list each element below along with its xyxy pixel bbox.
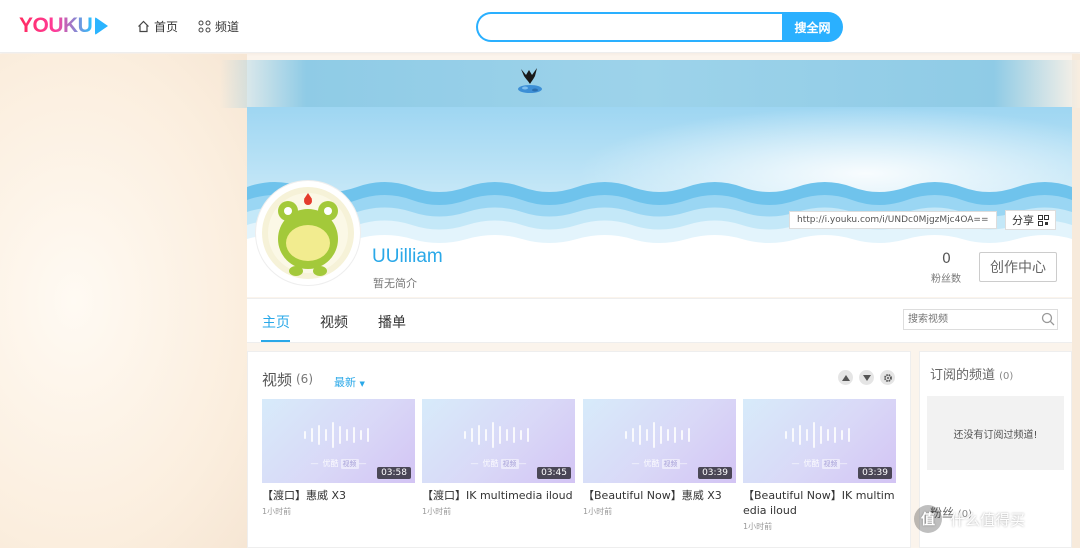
nav-home-label: 首页 xyxy=(154,20,179,34)
tab-videos[interactable]: 视频 xyxy=(320,312,348,332)
logo-text: YOUKU xyxy=(19,14,93,37)
move-down-button[interactable] xyxy=(859,370,874,385)
qrcode-icon xyxy=(1038,214,1049,226)
video-card[interactable]: — 优酷 视频 — 03:39 【Beautiful Now】IK multime… xyxy=(743,399,896,532)
videos-section-title: 视频 xyxy=(262,371,293,389)
video-time: 1小时前 xyxy=(262,507,292,516)
site-watermark-text: 什么值得买 xyxy=(950,510,1026,529)
watermark-text: 优酷 xyxy=(803,459,820,468)
thumbnail-watermark: — 优酷 视频 — xyxy=(791,458,848,469)
watermark-tag: 视频 xyxy=(661,458,680,469)
gear-icon xyxy=(883,373,892,382)
video-duration: 03:39 xyxy=(858,467,892,479)
video-card[interactable]: — 优酷 视频 — 03:45 【渡口】IK multimedia iloud 1… xyxy=(422,399,575,517)
watermark-tag: 视频 xyxy=(340,458,359,469)
video-duration: 03:45 xyxy=(537,467,571,479)
video-card[interactable]: — 优酷 视频 — 03:58 【渡口】惠威 X3 1小时前 xyxy=(262,399,415,517)
search-button[interactable]: 搜全网 xyxy=(782,12,843,42)
youku-logo[interactable]: YOUKU xyxy=(19,14,109,38)
fans-label: 粉丝数 xyxy=(931,274,961,285)
top-bar: YOUKU 首页 频道 搜全网 xyxy=(0,0,1080,53)
sky-strip xyxy=(220,60,1080,108)
nav-home[interactable]: 首页 xyxy=(137,18,178,35)
watermark-text: 优酷 xyxy=(482,459,499,468)
background-right xyxy=(1072,54,1080,548)
caret-down-icon: ▼ xyxy=(359,380,365,388)
move-up-button[interactable] xyxy=(838,370,853,385)
videos-count: (6) xyxy=(296,372,313,386)
video-title[interactable]: 【渡口】惠威 X3 xyxy=(262,488,415,503)
channel-url[interactable]: http://i.youku.com/i/UNDc0MjgzMjc4OA== xyxy=(789,211,997,229)
subscribed-title-text: 订阅的频道 xyxy=(930,368,996,383)
username: UUilliam xyxy=(372,246,443,267)
video-time: 1小时前 xyxy=(583,507,613,516)
video-card[interactable]: — 优酷 视频 — 03:39 【Beautiful Now】惠威 X3 1小时前 xyxy=(583,399,736,517)
site-watermark-icon: 值 xyxy=(914,505,942,533)
site-watermark: 值 什么值得买 xyxy=(914,505,1025,533)
share-button[interactable]: 分享 xyxy=(1005,210,1056,230)
subscribed-channels-title: 订阅的频道 (0) xyxy=(930,364,1013,383)
nav-channels-label: 频道 xyxy=(215,20,240,34)
video-thumbnail[interactable]: — 优酷 视频 — 03:58 xyxy=(262,399,415,483)
video-title[interactable]: 【Beautiful Now】惠威 X3 xyxy=(583,488,736,503)
video-title[interactable]: 【Beautiful Now】IK multimedia iloud xyxy=(743,488,896,518)
video-time: 1小时前 xyxy=(743,522,773,531)
watermark-text: 优酷 xyxy=(322,459,339,468)
home-icon xyxy=(138,20,149,33)
video-thumbnail[interactable]: — 优酷 视频 — 03:45 xyxy=(422,399,575,483)
channel-intro: 暂无简介 xyxy=(373,277,417,290)
play-icon xyxy=(95,17,109,35)
whale-icon xyxy=(518,68,542,93)
avatar[interactable] xyxy=(256,181,360,285)
nav-channels[interactable]: 频道 xyxy=(198,18,239,35)
video-time: 1小时前 xyxy=(422,507,452,516)
fans-count: 0 xyxy=(942,251,951,267)
watermark-tag: 视频 xyxy=(821,458,840,469)
video-duration: 03:58 xyxy=(377,467,411,479)
search-icon[interactable] xyxy=(1041,312,1055,326)
video-search-input[interactable] xyxy=(903,309,1058,330)
tab-playlists[interactable]: 播单 xyxy=(378,312,406,332)
thumbnail-watermark: — 优酷 视频 — xyxy=(631,458,688,469)
video-thumbnail[interactable]: — 优酷 视频 — 03:39 xyxy=(583,399,736,483)
video-duration: 03:39 xyxy=(698,467,732,479)
channel-banner xyxy=(247,107,1072,297)
subscribed-empty-state: 还没有订阅过频道! xyxy=(927,396,1064,470)
thumbnail-watermark: — 优酷 视频 — xyxy=(470,458,527,469)
search-input[interactable] xyxy=(476,12,783,42)
watermark-text: 优酷 xyxy=(643,459,660,468)
video-title[interactable]: 【渡口】IK multimedia iloud xyxy=(422,488,575,503)
triangle-down-icon xyxy=(862,374,871,381)
tab-home[interactable]: 主页 xyxy=(262,312,290,332)
grid-icon xyxy=(198,20,211,33)
subscribed-count: (0) xyxy=(999,371,1014,382)
share-label: 分享 xyxy=(1012,214,1034,227)
sort-label: 最新 xyxy=(334,376,356,389)
settings-button[interactable] xyxy=(880,370,895,385)
thumbnail-watermark: — 优酷 视频 — xyxy=(310,458,367,469)
background-left xyxy=(0,54,247,548)
video-thumbnail[interactable]: — 优酷 视频 — 03:39 xyxy=(743,399,896,483)
sort-dropdown[interactable]: 最新 ▼ xyxy=(334,374,365,390)
creator-center-button[interactable]: 创作中心 xyxy=(979,252,1057,282)
active-tab-indicator xyxy=(261,340,290,342)
watermark-tag: 视频 xyxy=(500,458,519,469)
triangle-up-icon xyxy=(841,374,850,381)
